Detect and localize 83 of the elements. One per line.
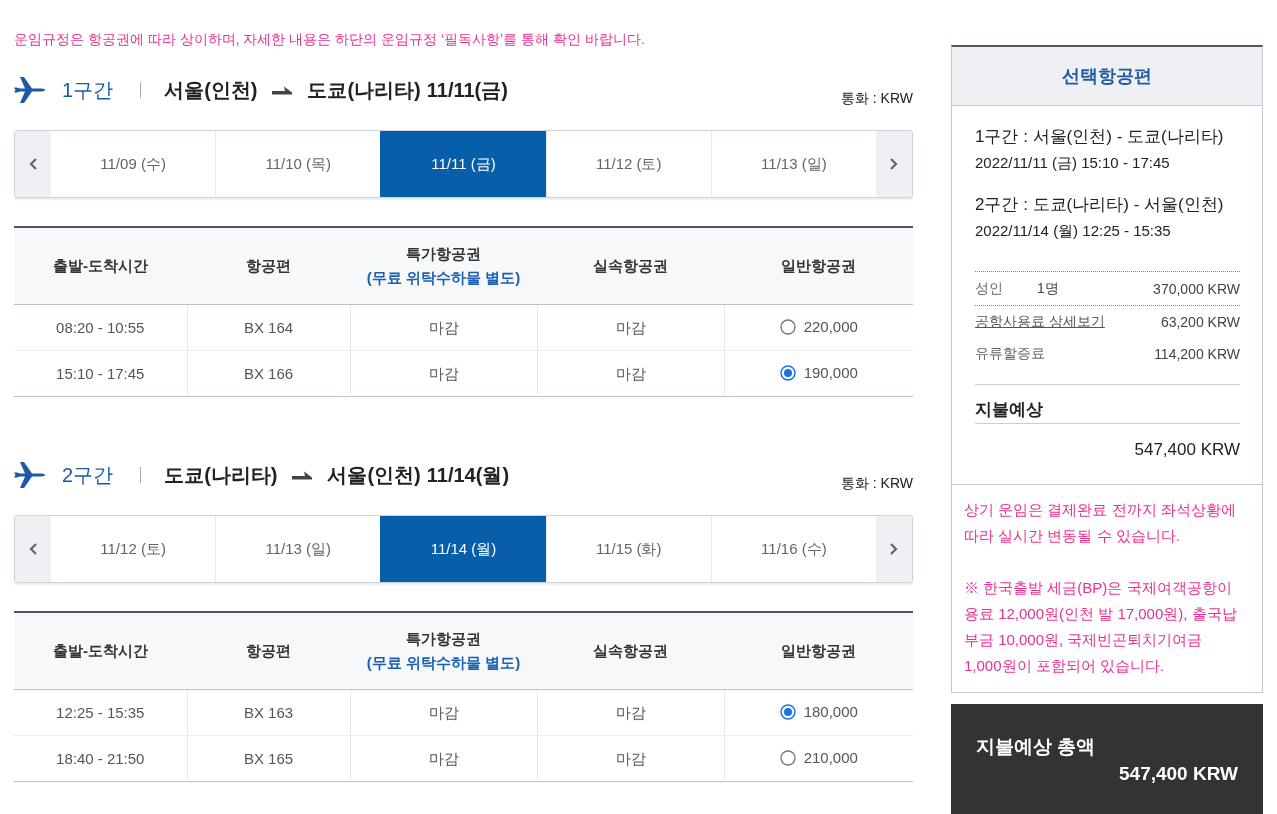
leg-schedule: 2022/11/14 (월) 12:25 - 15:35 <box>975 221 1172 241</box>
airplane-icon <box>14 77 45 103</box>
currency-label: 통화 : KRW <box>840 475 913 493</box>
fare-price: 180,000 <box>803 702 858 722</box>
date-tab[interactable]: 11/13 (일) <box>710 131 876 197</box>
radio-button[interactable] <box>779 750 796 766</box>
estimate-amount: 547,400 KRW <box>1133 439 1240 461</box>
date-tab[interactable]: 11/16 (수) <box>710 516 876 582</box>
chevron-right-icon <box>890 158 898 170</box>
fare-label: 성인 <box>975 279 1004 298</box>
destination-city: 서울(인천) <box>327 462 421 488</box>
total-amount: 547,400 KRW <box>1118 762 1238 786</box>
flight-date: 11/14(월) <box>426 462 510 488</box>
passenger-count: 1명 <box>1037 279 1059 298</box>
fare-price: 210,000 <box>803 748 858 768</box>
origin-city: 서울(인천) <box>164 77 258 103</box>
fare-status-cell: 마감 <box>428 317 459 338</box>
column-header: 실속항공권 <box>592 641 669 661</box>
column-header: 특가항공권 <box>405 629 482 649</box>
column-header: 특가항공권 <box>405 244 482 264</box>
fare-note: ※ 한국출발 세금(BP)은 국제여객공항이용료 12,000원(인천 발 17,000원), 출국납부금 10,000원, 국제빈곤퇴치기여금 1,000원이 포함되어 있습니다. <box>964 578 1238 676</box>
radio-button[interactable] <box>779 365 796 381</box>
flight-number-cell: BX 163 <box>243 702 294 723</box>
origin-city: 도쿄(나리타) <box>164 462 278 488</box>
date-tab[interactable]: 11/12 (토) <box>545 131 711 197</box>
date-tab[interactable]: 11/13 (일) <box>215 516 381 582</box>
flight-number-cell: BX 166 <box>243 363 294 384</box>
fare-status-cell: 마감 <box>615 702 646 723</box>
leg-schedule: 2022/11/11 (금) 15:10 - 17:45 <box>975 153 1171 173</box>
total-label: 지불예상 총액 <box>976 735 1097 759</box>
fare-amount: 370,000 KRW <box>1153 280 1240 297</box>
fare-amount: 63,200 KRW <box>1160 314 1240 330</box>
date-tab[interactable]: 11/09 (수) <box>51 131 216 197</box>
fare-amount: 114,200 KRW <box>1154 346 1240 362</box>
leg-route: 2구간 : 도쿄(나리타) - 서울(인천) <box>975 194 1225 216</box>
arrow-right-icon <box>292 470 313 480</box>
estimate-label: 지불예상 <box>975 397 1240 424</box>
date-tab[interactable]: 11/10 (목) <box>215 131 381 197</box>
fare-status-cell: 마감 <box>615 363 646 384</box>
chevron-left-icon <box>29 158 37 170</box>
segment-label: 2구간 <box>62 462 114 488</box>
radio-button[interactable] <box>779 319 796 335</box>
column-header: 실속항공권 <box>592 256 669 276</box>
airplane-icon <box>14 462 45 488</box>
date-tab[interactable]: 11/14 (월) <box>380 516 546 582</box>
chevron-left-icon <box>29 543 37 555</box>
flight-date: 11/11(금) <box>426 77 508 103</box>
fare-price: 220,000 <box>803 317 858 337</box>
fare-rules-notice: 운임규정은 항공권에 따라 상이하며, 자세한 내용은 하단의 운임규정 ‘필독사항’를 통해 확인 바랍니다. <box>14 30 646 49</box>
leg-route: 1구간 : 서울(인천) - 도쿄(나리타) <box>975 126 1225 148</box>
time-cell: 18:40 - 21:50 <box>56 748 145 769</box>
flight-number-cell: BX 164 <box>243 317 294 338</box>
time-cell: 08:20 - 10:55 <box>56 317 145 338</box>
date-tab[interactable]: 11/12 (토) <box>51 516 216 582</box>
chevron-right-icon <box>890 543 898 555</box>
arrow-right-icon <box>272 85 293 95</box>
column-header: 일반항공권 <box>780 641 857 661</box>
date-tab[interactable]: 11/11 (금) <box>380 131 546 197</box>
column-header: 출발-도착시간 <box>52 256 149 276</box>
time-cell: 15:10 - 17:45 <box>56 363 145 384</box>
time-cell: 12:25 - 15:35 <box>56 702 145 723</box>
flight-number-cell: BX 165 <box>243 748 294 769</box>
fare-status-cell: 마감 <box>615 317 646 338</box>
fare-status-cell: 마감 <box>615 748 646 769</box>
currency-label: 통화 : KRW <box>840 90 913 108</box>
fare-status-cell: 마감 <box>428 702 459 723</box>
column-header: 출발-도착시간 <box>52 641 149 661</box>
details-link[interactable]: 공항사용료 상세보기 <box>975 313 1105 331</box>
fare-status-cell: 마감 <box>428 748 459 769</box>
segment-label: 1구간 <box>62 77 114 103</box>
fare-label: 유류할증료 <box>975 345 1045 363</box>
column-note: (무료 위탁수하물 별도) <box>365 268 522 288</box>
radio-button[interactable] <box>779 704 796 720</box>
column-header: 일반항공권 <box>780 256 857 276</box>
column-header: 항공편 <box>245 256 292 276</box>
destination-city: 도쿄(나리타) <box>307 77 421 103</box>
fare-note: 상기 운임은 결제완료 전까지 좌석상황에 따라 실시간 변동될 수 있습니다. <box>964 500 1237 546</box>
fare-status-cell: 마감 <box>428 363 459 384</box>
date-tab[interactable]: 11/15 (화) <box>545 516 711 582</box>
panel-title: 선택항공편 <box>952 47 1262 106</box>
fare-price: 190,000 <box>803 363 858 383</box>
column-note: (무료 위탁수하물 별도) <box>365 653 522 673</box>
column-header: 항공편 <box>245 641 292 661</box>
